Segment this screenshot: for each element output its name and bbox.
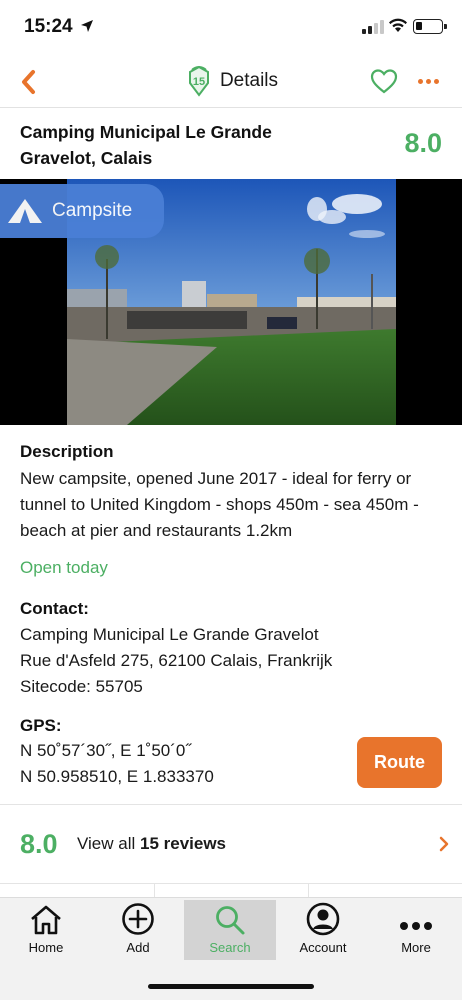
gps-heading: GPS: xyxy=(20,716,62,735)
gps-decimal: N 50.958510, E 1.833370 xyxy=(20,767,214,786)
contact-heading: Contact: xyxy=(20,599,89,618)
user-icon xyxy=(306,902,340,936)
reviews-score: 8.0 xyxy=(20,829,58,859)
tab-search[interactable]: Search xyxy=(184,900,276,960)
carousel-dot[interactable] xyxy=(175,576,184,585)
gps-dms: N 50˚57´30˝, E 1˚50´0˝ xyxy=(20,741,192,760)
title-row: Camping Municipal Le Grande Gravelot, Ca… xyxy=(0,108,462,180)
nav-bar: 15 Details xyxy=(0,56,462,108)
favorite-heart-icon[interactable] xyxy=(370,68,398,94)
tab-add-label: Add xyxy=(126,940,150,955)
carousel-dot[interactable] xyxy=(295,576,304,585)
carousel-dot[interactable] xyxy=(220,576,229,585)
carousel-dot[interactable] xyxy=(115,576,124,585)
plus-circle-icon xyxy=(122,903,154,935)
reviews-link[interactable]: View all 15 reviews xyxy=(77,834,226,854)
carousel-dot[interactable] xyxy=(205,576,214,585)
photo-credit: Campercontact.com xyxy=(72,586,171,598)
description-text: New campsite, opened June 2017 - ideal f… xyxy=(20,469,419,540)
carousel-dot[interactable] xyxy=(265,576,274,585)
contact-address: Rue d'Asfeld 275, 62100 Calais, Frankrij… xyxy=(20,651,333,670)
wifi-icon xyxy=(389,18,407,32)
carousel-dot[interactable] xyxy=(235,576,244,585)
svg-text:15: 15 xyxy=(193,76,205,88)
tab-add[interactable]: Add xyxy=(92,900,184,960)
search-icon xyxy=(216,906,245,935)
campsite-type-badge: Campsite xyxy=(0,184,164,238)
tent-icon xyxy=(8,199,42,223)
carousel-dot[interactable] xyxy=(250,576,259,585)
page-title: Details xyxy=(219,70,279,91)
chevron-right-icon xyxy=(439,836,449,852)
route-button[interactable]: Route xyxy=(357,737,442,788)
contact-sitecode: Sitecode: 55705 xyxy=(20,677,143,696)
carousel-dot[interactable] xyxy=(145,576,154,585)
carousel-dot[interactable] xyxy=(190,576,199,585)
campercontact-logo-icon: 15 xyxy=(188,65,209,97)
more-options-icon[interactable] xyxy=(418,79,439,84)
reviews-prefix: View all xyxy=(77,834,140,853)
carousel-dot[interactable] xyxy=(310,576,319,585)
battery-icon xyxy=(413,19,447,34)
tab-account-label: Account xyxy=(299,940,347,955)
tab-account[interactable]: Account xyxy=(277,900,369,960)
carousel-dot[interactable] xyxy=(280,576,289,585)
place-rating: 8.0 xyxy=(404,128,442,158)
tab-search-label: Search xyxy=(209,940,251,955)
reviews-count: 15 reviews xyxy=(140,834,227,853)
reviews-row[interactable]: 8.0 View all 15 reviews xyxy=(0,805,462,883)
status-time: 15:24 xyxy=(24,16,73,37)
tab-more-label: More xyxy=(401,940,431,955)
tab-home[interactable]: Home xyxy=(0,900,92,960)
status-bar: 15:24 xyxy=(0,0,462,56)
tab-home-label: Home xyxy=(28,940,64,955)
campsite-badge-label: Campsite xyxy=(52,200,133,221)
tab-more[interactable]: More xyxy=(370,900,462,960)
home-indicator xyxy=(148,984,314,989)
contact-name: Camping Municipal Le Grande Gravelot xyxy=(20,625,319,644)
location-arrow-icon xyxy=(81,20,93,32)
more-dots-icon xyxy=(400,922,432,930)
cell-signal-icon xyxy=(362,20,384,34)
open-status: Open today xyxy=(20,558,108,577)
home-icon xyxy=(31,905,61,935)
carousel-dot[interactable] xyxy=(130,576,139,585)
carousel-dot[interactable] xyxy=(160,576,169,585)
place-name: Camping Municipal Le Grande Gravelot, Ca… xyxy=(20,122,272,168)
description-heading: Description xyxy=(20,442,114,461)
